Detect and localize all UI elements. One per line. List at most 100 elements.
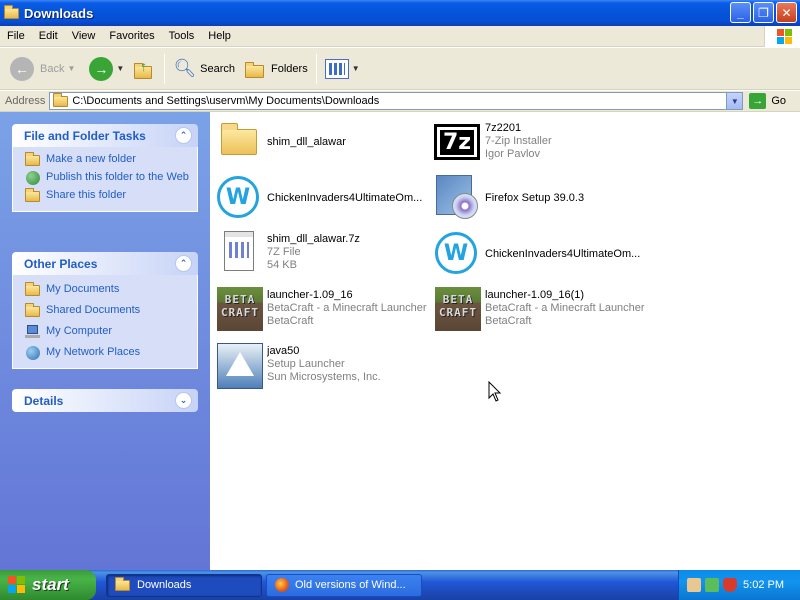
folder-icon (214, 117, 262, 165)
place-label: My Network Places (46, 346, 141, 358)
7zip-icon: 7z (432, 120, 480, 168)
file-item-shim-folder[interactable]: shim_dll_alawar (214, 117, 429, 167)
shared-documents-link[interactable]: Shared Documents (25, 303, 189, 318)
file-item-java50[interactable]: java50 Setup Launcher Sun Microsystems, … (214, 341, 429, 391)
file-description: BetaCraft - a Minecraft Launcher (485, 302, 645, 314)
panel-title: Details (24, 393, 64, 408)
file-name: launcher-1.09_16(1) (485, 289, 585, 301)
task-label: Make a new folder (46, 153, 136, 165)
menu-favorites[interactable]: Favorites (102, 30, 161, 42)
address-bar: Address C:\Documents and Settings\uservm… (0, 91, 800, 112)
menu-view[interactable]: View (65, 30, 103, 42)
close-button[interactable]: ✕ (776, 2, 797, 23)
my-network-places-link[interactable]: My Network Places (25, 346, 189, 360)
make-new-folder-link[interactable]: Make a new folder (25, 152, 189, 167)
file-folder-tasks-header[interactable]: File and Folder Tasks ⌃ (12, 124, 198, 147)
betacraft-icon: BETA CRAFT (432, 285, 481, 333)
my-computer-link[interactable]: My Computer (25, 325, 189, 339)
task-label: Old versions of Wind... (295, 579, 406, 591)
search-icon: 🔍︎ (173, 58, 197, 78)
file-company: Igor Pavlov (485, 148, 541, 160)
taskbar-downloads-button[interactable]: Downloads (106, 573, 262, 597)
file-name: ChickenInvaders4UltimateOm... (485, 247, 641, 260)
mouse-cursor-icon (488, 381, 502, 402)
details-header[interactable]: Details ⌄ (12, 389, 198, 412)
share-folder-link[interactable]: Share this folder (25, 188, 189, 203)
menu-help[interactable]: Help (201, 30, 238, 42)
file-item-chickeninvaders-1[interactable]: W ChickenInvaders4UltimateOm... (214, 173, 429, 223)
network-tray-icon[interactable] (705, 578, 719, 592)
panel-title: Other Places (24, 256, 98, 271)
forward-arrow-icon: → (89, 56, 114, 81)
security-shield-icon[interactable] (723, 578, 737, 592)
file-folder-tasks-panel: File and Folder Tasks ⌃ Make a new folde… (12, 124, 198, 212)
my-network-places-icon (25, 346, 41, 360)
start-label: start (32, 575, 69, 594)
windows-logo-icon (764, 26, 800, 47)
file-description: 7-Zip Installer (485, 135, 552, 147)
file-company: Sun Microsystems, Inc. (267, 371, 381, 383)
folders-icon (243, 59, 267, 79)
file-size: 54 KB (267, 259, 297, 271)
back-label: Back (40, 62, 65, 75)
chicken-invaders-icon: W (432, 229, 480, 277)
file-item-launcher-copy[interactable]: BETA CRAFT launcher-1.09_16(1) BetaCraft… (432, 285, 647, 335)
minimize-button[interactable]: _ (730, 2, 751, 23)
other-places-header[interactable]: Other Places ⌃ (12, 252, 198, 275)
other-places-panel: Other Places ⌃ My Documents Shared Docum… (12, 252, 198, 369)
file-name: shim_dll_alawar (267, 135, 346, 148)
search-button[interactable]: 🔍︎ Search (169, 52, 239, 86)
toolbar: ← Back ▼ → ▼ ↑ 🔍︎ Search Folders ▼ (0, 48, 800, 90)
publish-folder-link[interactable]: Publish this folder to the Web (25, 171, 189, 185)
task-label: Publish this folder to the Web (46, 171, 189, 183)
back-arrow-icon: ← (10, 56, 34, 81)
shared-documents-icon (25, 303, 41, 318)
menu-file[interactable]: File (0, 30, 32, 42)
file-company: BetaCraft (267, 315, 314, 327)
start-button[interactable]: start (0, 570, 96, 600)
share-folder-icon (25, 188, 41, 203)
file-list: shim_dll_alawar 7z 7z2201 7-Zip Installe… (210, 112, 800, 570)
betacraft-icon: BETA CRAFT (214, 285, 263, 333)
folder-icon (115, 577, 131, 592)
file-item-chickeninvaders-2[interactable]: W ChickenInvaders4UltimateOm... (432, 229, 647, 279)
menu-tools[interactable]: Tools (162, 30, 202, 42)
views-icon (324, 58, 349, 79)
maximize-button[interactable]: ❐ (753, 2, 774, 23)
collapse-chevron-icon[interactable]: ⌃ (175, 127, 192, 144)
address-label: Address (5, 95, 46, 107)
firefox-icon (275, 578, 289, 592)
address-input[interactable]: C:\Documents and Settings\uservm\My Docu… (49, 92, 744, 110)
window-title: Downloads (24, 5, 94, 21)
system-tray: 5:02 PM (678, 570, 800, 600)
go-button[interactable]: → Go (749, 93, 786, 109)
file-name: 7z2201 (485, 122, 522, 134)
file-name: shim_dll_alawar.7z (267, 233, 360, 245)
expand-chevron-icon[interactable]: ⌄ (175, 392, 192, 409)
up-folder-button[interactable]: ↑ (128, 52, 160, 86)
search-label: Search (200, 62, 236, 75)
menu-edit[interactable]: Edit (32, 30, 65, 42)
address-dropdown-button[interactable]: ▼ (726, 93, 743, 109)
installer-cd-icon (432, 173, 480, 221)
title-bar: Downloads _ ❐ ✕ (0, 0, 800, 26)
java-setup-icon (214, 341, 263, 389)
back-button[interactable]: ← Back ▼ (6, 52, 79, 86)
file-item-launcher[interactable]: BETA CRAFT launcher-1.09_16 BetaCraft - … (214, 285, 429, 335)
user-tray-icon[interactable] (687, 578, 701, 592)
7z-file-icon (214, 229, 262, 277)
file-item-shim-7z[interactable]: shim_dll_alawar.7z 7Z File 54 KB (214, 229, 429, 279)
my-documents-link[interactable]: My Documents (25, 282, 189, 297)
forward-button[interactable]: → ▼ (85, 52, 128, 86)
views-button[interactable]: ▼ (321, 52, 364, 86)
file-description: Setup Launcher (267, 358, 345, 370)
file-item-firefox-setup[interactable]: Firefox Setup 39.0.3 (432, 173, 647, 223)
collapse-chevron-icon[interactable]: ⌃ (175, 255, 192, 272)
folders-button[interactable]: Folders (239, 52, 312, 86)
task-label: Downloads (137, 579, 192, 591)
file-item-7z2201[interactable]: 7z 7z2201 7-Zip Installer Igor Pavlov (432, 120, 647, 170)
place-label: My Computer (46, 325, 113, 337)
task-pane: File and Folder Tasks ⌃ Make a new folde… (0, 112, 210, 570)
taskbar-browser-button[interactable]: Old versions of Wind... (266, 573, 422, 597)
file-description: BetaCraft - a Minecraft Launcher (267, 302, 427, 314)
